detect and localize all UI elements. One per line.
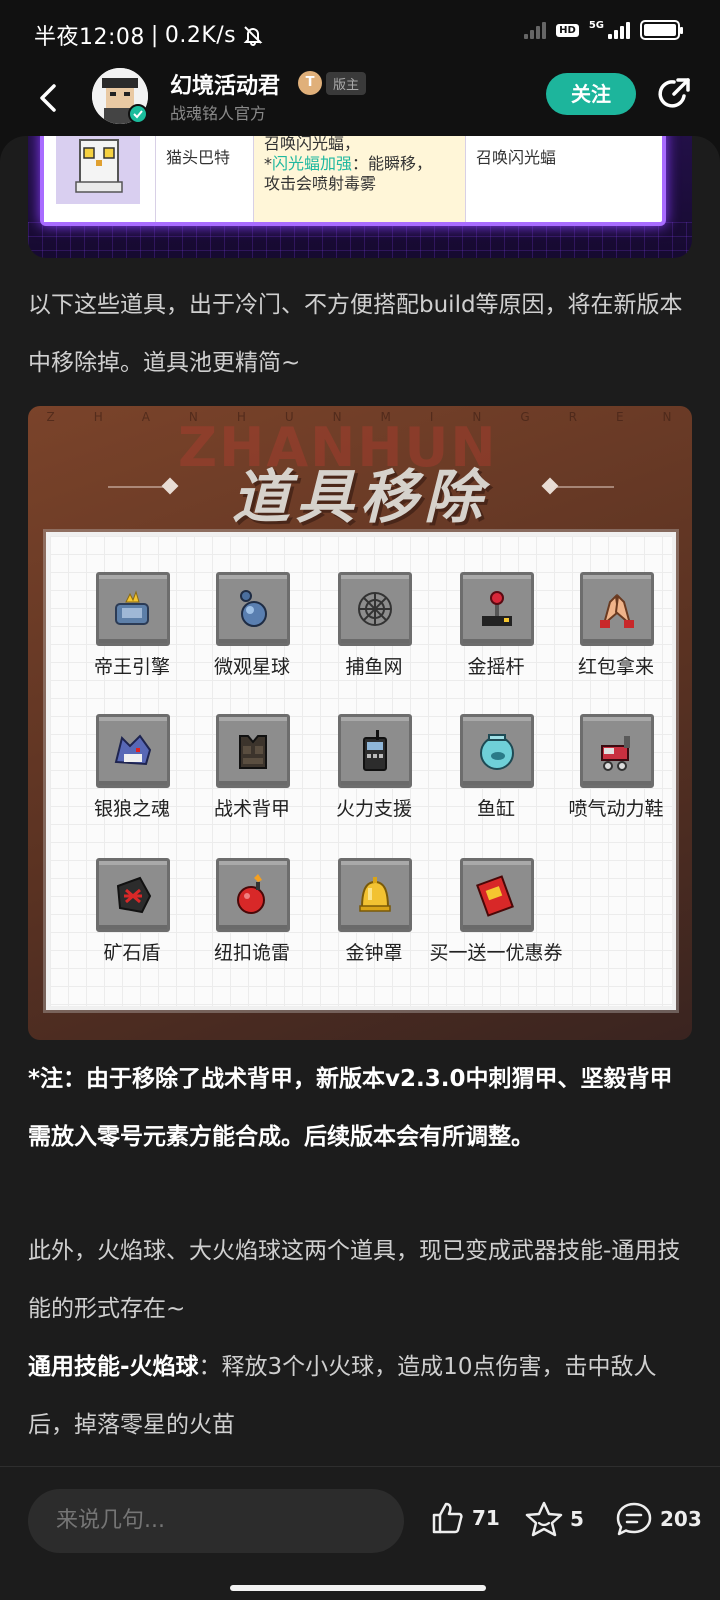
paragraph-fireball: 此外，火焰球、大火焰球这两个道具，现已变成武器技能-通用技能的形式存在~ [28,1238,681,1322]
golden-bell-icon [338,858,412,932]
jet-shoe-icon [580,714,654,788]
mute-bell-icon [243,26,263,46]
network-type: 5G [588,19,604,31]
hd-badge: HD [556,23,579,37]
status-bar: 半夜12:08 | 0.2K/s HD 5G [0,0,720,66]
planet-icon [216,572,290,646]
battery-icon [640,20,683,40]
status-time: 半夜12:08 [34,25,145,50]
star-icon [525,1501,563,1537]
signal-2-icon [608,21,630,39]
item-card: 银狼之魂 [72,714,192,834]
item-label: 鱼缸 [476,798,515,820]
like-count: 71 [472,1506,500,1530]
bomb-icon [216,858,290,932]
item-label: 纽扣诡雷 [213,942,290,964]
author-name[interactable]: 幻境活动君 [170,68,280,100]
status-net-speed: 0.2K/s [164,22,237,48]
item-label: 战术背甲 [213,798,290,820]
item-label: 买一送一优惠券 [429,942,563,964]
item-card: 帝王引擎 [72,572,192,692]
like-button[interactable]: 71 [428,1499,500,1537]
level-badge: T [298,71,322,95]
vest-icon [216,714,290,788]
item-card: 战术背甲 [192,714,312,834]
item-card: 红包拿来 [556,572,676,692]
wolf-icon [96,714,170,788]
item-card: 金钟罩 [314,858,434,978]
item-card: 鱼缸 [436,714,556,834]
comment-count: 203 [660,1507,702,1531]
comment-input[interactable] [28,1489,404,1553]
item-label: 微观星球 [213,656,290,678]
item-card: 喷气动力鞋 [556,714,676,834]
role-badge: 版主 [326,72,367,95]
comments-button[interactable]: 203 [614,1499,702,1539]
item-label: 红包拿来 [577,656,654,678]
post-content: 猫头巴特 召唤闪光蝠， *闪光蝠加强：能瞬移， 攻击会喷射毒雾 召唤闪光蝠 以下… [0,136,720,1466]
pet-table: 猫头巴特 召唤闪光蝠， *闪光蝠加强：能瞬移， 攻击会喷射毒雾 召唤闪光蝠 [40,136,666,226]
fishbowl-icon [460,714,534,788]
item-label: 火力支援 [335,798,412,820]
pet-table-image[interactable]: 猫头巴特 召唤闪光蝠， *闪光蝠加强：能瞬移， 攻击会喷射毒雾 召唤闪光蝠 [28,136,692,258]
paragraph-skill: 通用技能-火焰球：释放3个小火球，造成10点伤害，击中敌人后，掉落零星的火苗 [28,1338,692,1454]
author-subtitle: 战魂铭人官方 [170,104,267,123]
item-label: 银狼之魂 [93,798,170,820]
item-label: 金钟罩 [345,942,403,964]
favorite-count: 5 [570,1507,584,1531]
paragraph-note: *注：由于移除了战术背甲，新版本v2.3.0中刺猬甲、坚毅背甲需放入零号元素方能… [28,1066,673,1150]
items-board: 帝王引擎 微观星球 捕鱼网 金摇杆 红包拿来 银狼之魂 战术背甲 火力支援 鱼缸… [46,532,676,1010]
home-indicator[interactable] [230,1585,486,1591]
item-label: 金摇杆 [467,656,525,678]
poster-title: 道具移除 [231,463,488,531]
net-icon [338,572,412,646]
owl-pet-icon [56,136,140,204]
pet-description: 召唤闪光蝠， *闪光蝠加强：能瞬移， 攻击会喷射毒雾 [254,136,466,222]
item-label: 帝王引擎 [93,656,170,678]
bottom-action-bar: 71 5 203 [0,1466,720,1600]
item-label: 喷气动力鞋 [568,798,664,820]
hands-icon [580,572,654,646]
item-card: 纽扣诡雷 [192,858,312,978]
follow-button[interactable]: 关注 [546,73,636,115]
pet-name: 猫头巴特 [156,136,254,222]
pet-effect: 召唤闪光蝠 [476,148,557,167]
radio-icon [338,714,412,788]
item-card: 火力支援 [314,714,434,834]
paragraph-intro: 以下这些道具，出于冷门、不方便搭配build等原因，将在新版本中移除掉。道具池更… [28,292,683,376]
back-arrow-icon[interactable] [30,78,70,118]
item-label: 矿石盾 [103,942,161,964]
item-card: 微观星球 [192,572,312,692]
item-card: 矿石盾 [72,858,192,978]
ore-shield-icon [96,858,170,932]
item-card: 金摇杆 [436,572,556,692]
engine-icon [96,572,170,646]
item-label: 捕鱼网 [345,656,403,678]
joystick-icon [460,572,534,646]
favorite-button[interactable]: 5 [524,1499,584,1539]
item-card: 买一送一优惠券 [429,858,563,978]
comment-bubble-icon [616,1502,652,1536]
item-card: 捕鱼网 [314,572,434,692]
skill-name: 通用技能-火焰球 [28,1354,199,1380]
post-header: 幻境活动君 T 版主 战魂铭人官方 关注 [0,66,720,136]
thumbs-up-icon [432,1502,463,1534]
removed-items-poster[interactable]: Z H A N H U N M I N G R E N ZHANHUN 道具移除 [28,406,692,1040]
verified-icon [128,104,148,124]
coupon-icon [460,858,534,932]
share-icon[interactable] [654,74,694,114]
signal-1-icon [524,21,547,39]
